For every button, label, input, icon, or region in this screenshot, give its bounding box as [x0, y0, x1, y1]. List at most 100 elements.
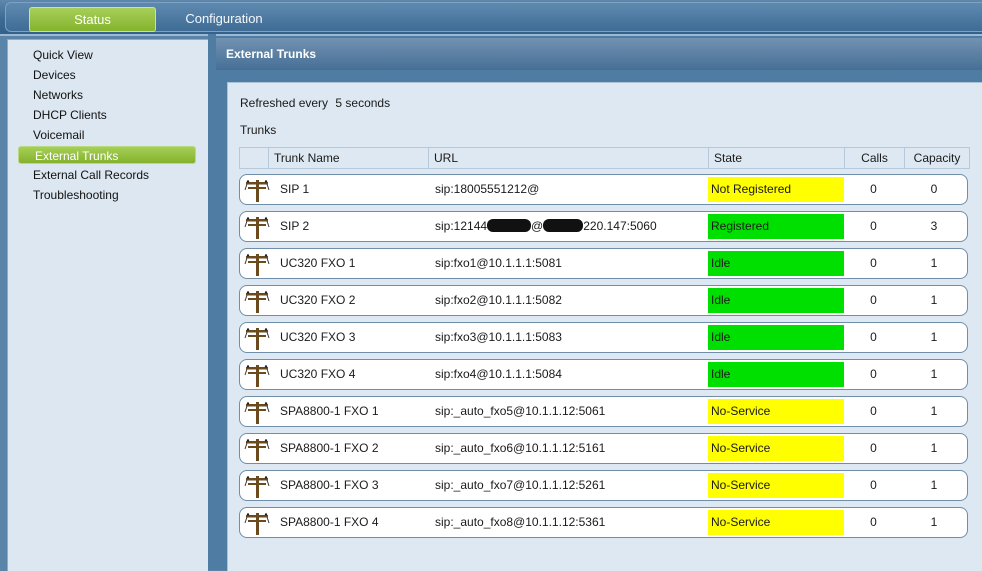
trunk-name: UC320 FXO 3	[280, 330, 356, 344]
refresh-status: Refreshed every 5 seconds	[240, 96, 390, 110]
table-row[interactable]: SIP 1 sip:18005551212@ Not Registered 0 0	[239, 174, 968, 205]
table-row[interactable]: UC320 FXO 4 sip:fxo4@10.1.1.1:5084 Idle 0 1	[239, 359, 968, 390]
page-title: External Trunks	[216, 38, 982, 70]
trunk-url: sip:12144 @220.147:5060	[435, 212, 657, 241]
tab-configuration[interactable]: Configuration	[174, 7, 274, 30]
trunk-state-badge: No-Service	[708, 436, 844, 461]
telephone-pole-icon	[244, 400, 270, 424]
table-row[interactable]: UC320 FXO 1 sip:fxo1@10.1.1.1:5081 Idle 0 1	[239, 248, 968, 279]
top-nav-inner: Status Configuration	[5, 2, 982, 32]
trunk-state-badge: No-Service	[708, 473, 844, 498]
telephone-pole-icon	[244, 326, 270, 350]
trunk-name: UC320 FXO 1	[280, 256, 356, 270]
sidebar: Quick View Devices Networks DHCP Clients…	[7, 39, 208, 571]
trunk-name: SPA8800-1 FXO 3	[280, 478, 379, 492]
redaction-mark	[543, 219, 584, 232]
trunk-capacity: 1	[930, 404, 938, 418]
table-row[interactable]: SPA8800-1 FXO 2 sip:_auto_fxo6@10.1.1.12:…	[239, 433, 968, 464]
telephone-pole-icon	[244, 474, 270, 498]
trunk-url-part: sip:12144	[435, 219, 488, 233]
main-panel: External Trunks Refreshed every 5 second…	[216, 36, 982, 571]
trunk-capacity: 1	[930, 330, 938, 344]
trunk-url: sip:_auto_fxo7@10.1.1.12:5261	[435, 478, 606, 492]
table-row[interactable]: UC320 FXO 3 sip:fxo3@10.1.1.1:5083 Idle 0 1	[239, 322, 968, 353]
header-state: State	[708, 148, 844, 168]
tab-status[interactable]: Status	[29, 7, 156, 32]
trunk-url: sip:fxo1@10.1.1.1:5081	[435, 256, 562, 270]
trunk-state-badge: No-Service	[708, 510, 844, 535]
telephone-pole-icon	[244, 252, 270, 276]
table-row[interactable]: UC320 FXO 2 sip:fxo2@10.1.1.1:5082 Idle 0 1	[239, 285, 968, 316]
trunk-calls: 0	[870, 256, 877, 270]
trunk-url: sip:fxo4@10.1.1.1:5084	[435, 367, 562, 381]
sidebar-item-voicemail[interactable]: Voicemail	[33, 126, 84, 144]
telephone-pole-icon	[244, 511, 270, 535]
telephone-pole-icon	[244, 363, 270, 387]
redaction-mark	[487, 219, 532, 232]
table-row[interactable]: SIP 2 sip:12144 @220.147:5060 Registered 0 3	[239, 211, 968, 242]
header-url: URL	[428, 148, 708, 168]
trunk-state-badge: Registered	[708, 214, 844, 239]
trunk-capacity: 3	[930, 219, 938, 233]
trunk-url: sip:fxo2@10.1.1.1:5082	[435, 293, 562, 307]
sidebar-item-networks[interactable]: Networks	[33, 86, 83, 104]
sidebar-divider	[208, 34, 216, 570]
sidebar-item-external-call-records[interactable]: External Call Records	[33, 166, 149, 184]
table-header: Trunk Name URL State Calls Capacity	[239, 147, 970, 169]
trunk-url: sip:fxo3@10.1.1.1:5083	[435, 330, 562, 344]
telephone-pole-icon	[244, 289, 270, 313]
trunk-name: SPA8800-1 FXO 1	[280, 404, 379, 418]
sidebar-item-quick-view[interactable]: Quick View	[33, 46, 93, 64]
header-trunk-name: Trunk Name	[268, 148, 428, 168]
trunk-name: SPA8800-1 FXO 4	[280, 515, 379, 529]
header-capacity: Capacity	[904, 148, 969, 168]
table-row[interactable]: SPA8800-1 FXO 3 sip:_auto_fxo7@10.1.1.12:…	[239, 470, 968, 501]
section-label-trunks: Trunks	[240, 123, 277, 137]
trunk-name: SPA8800-1 FXO 2	[280, 441, 379, 455]
table-row[interactable]: SPA8800-1 FXO 1 sip:_auto_fxo5@10.1.1.12:…	[239, 396, 968, 427]
table-row[interactable]: SPA8800-1 FXO 4 sip:_auto_fxo8@10.1.1.12:…	[239, 507, 968, 538]
trunk-name: SIP 1	[280, 182, 310, 196]
trunk-name: UC320 FXO 2	[280, 293, 356, 307]
trunk-name: UC320 FXO 4	[280, 367, 356, 381]
trunk-url: sip:_auto_fxo8@10.1.1.12:5361	[435, 515, 606, 529]
trunk-url-part: @	[531, 219, 544, 233]
trunk-capacity: 1	[930, 256, 938, 270]
header-calls: Calls	[844, 148, 904, 168]
trunk-capacity: 1	[930, 478, 938, 492]
trunk-calls: 0	[870, 515, 877, 529]
trunk-calls: 0	[870, 478, 877, 492]
telephone-pole-icon	[244, 437, 270, 461]
sidebar-item-troubleshooting[interactable]: Troubleshooting	[33, 186, 119, 204]
trunk-calls: 0	[870, 219, 877, 233]
trunk-capacity: 1	[930, 441, 938, 455]
sidebar-item-dhcp-clients[interactable]: DHCP Clients	[33, 106, 107, 124]
sidebar-item-external-trunks[interactable]: External Trunks	[18, 146, 196, 164]
telephone-pole-icon	[244, 215, 270, 239]
trunk-state-badge: Idle	[708, 362, 844, 387]
top-nav-bar: Status Configuration	[0, 0, 982, 36]
trunk-url: sip:18005551212@	[435, 182, 540, 196]
sidebar-item-devices[interactable]: Devices	[33, 66, 76, 84]
trunk-calls: 0	[870, 367, 877, 381]
content-area: Refreshed every 5 seconds Trunks Trunk N…	[227, 82, 982, 571]
header-icon-column	[240, 148, 268, 168]
refresh-label: Refreshed every	[240, 96, 329, 110]
trunk-name: SIP 2	[280, 219, 310, 233]
trunk-state-badge: Not Registered	[708, 177, 844, 202]
trunk-capacity: 1	[930, 515, 938, 529]
trunk-state-badge: No-Service	[708, 399, 844, 424]
telephone-pole-icon	[244, 178, 270, 202]
trunk-url: sip:_auto_fxo6@10.1.1.12:5161	[435, 441, 606, 455]
trunk-url-part: 220.147:5060	[583, 219, 657, 233]
trunk-capacity: 0	[930, 182, 938, 196]
trunk-calls: 0	[870, 441, 877, 455]
trunk-capacity: 1	[930, 293, 938, 307]
trunk-calls: 0	[870, 330, 877, 344]
trunk-capacity: 1	[930, 367, 938, 381]
trunk-calls: 0	[870, 293, 877, 307]
trunk-state-badge: Idle	[708, 325, 844, 350]
trunk-calls: 0	[870, 404, 877, 418]
trunk-calls: 0	[870, 182, 877, 196]
trunk-state-badge: Idle	[708, 288, 844, 313]
